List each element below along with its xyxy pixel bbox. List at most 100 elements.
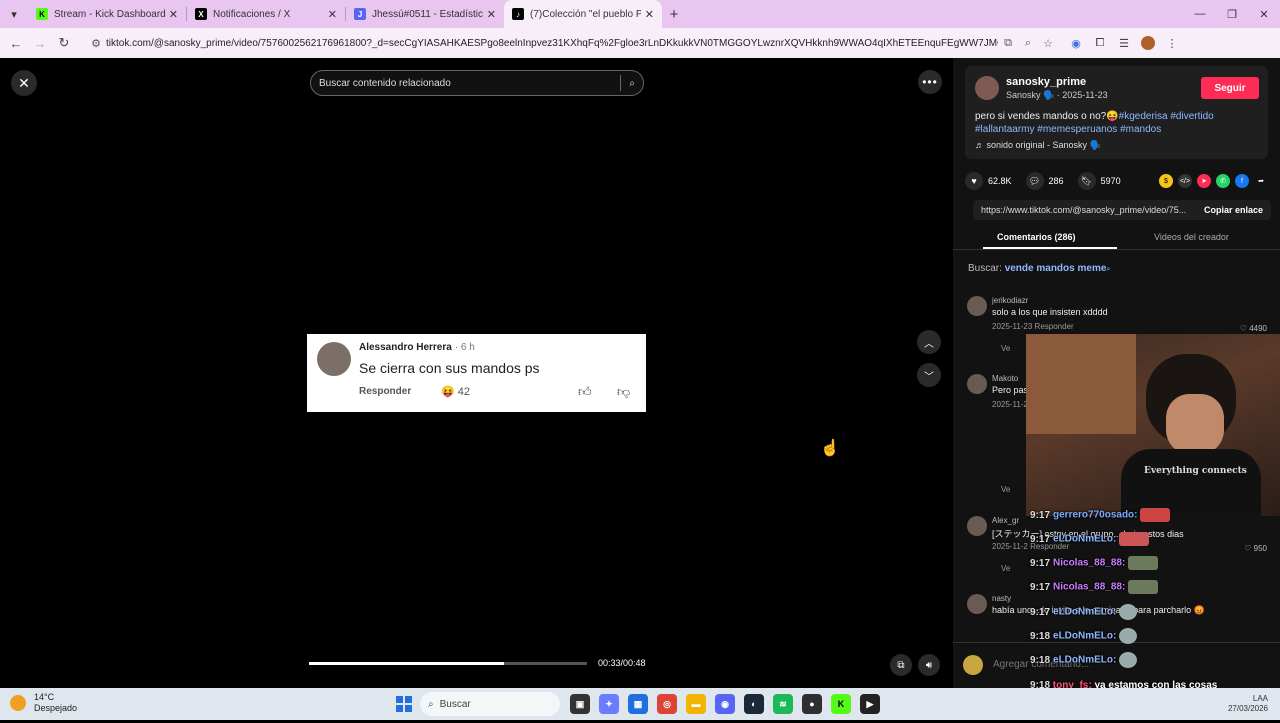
related-search-placeholder: Buscar contenido relacionado	[319, 77, 451, 89]
tab-comments[interactable]: Comentarios (286)	[997, 232, 1076, 242]
profile-avatar-icon[interactable]	[1136, 31, 1160, 55]
save-stat[interactable]: 🔖︎ 5970	[1077, 172, 1121, 190]
taskbar-search[interactable]: ⌕ Buscar	[420, 692, 560, 716]
hashtag[interactable]: #memesperuanos	[1037, 124, 1117, 135]
avatar[interactable]	[967, 296, 987, 316]
bookmark-star-icon[interactable]: ☆	[1038, 37, 1058, 50]
view-replies-link[interactable]: Ve	[1001, 564, 1010, 573]
comment-author[interactable]: nasty	[992, 594, 1011, 603]
extension-icon[interactable]: ◉	[1064, 31, 1088, 55]
browser-tab[interactable]: K Stream - Kick Dashboard ✕	[28, 0, 186, 28]
discord-icon[interactable]: ◉	[715, 694, 735, 714]
volume-icon[interactable]: 🔊︎	[918, 654, 940, 676]
file-explorer-icon[interactable]: ▬	[686, 694, 706, 714]
comment-likes[interactable]: ♡ 4490	[1240, 324, 1267, 333]
comment-author[interactable]: Makoto	[992, 374, 1018, 383]
hashtag[interactable]: #mandos	[1120, 124, 1161, 135]
close-tab-icon[interactable]: ✕	[645, 8, 654, 21]
browser-tab-bar: ▾ K Stream - Kick Dashboard ✕ X Notifica…	[0, 0, 1280, 28]
minimize-icon[interactable]: —	[1184, 0, 1216, 28]
creator-nickname-date: Sanosky 🗣️ · 2025-11-23	[1006, 90, 1108, 100]
view-replies-link[interactable]: Ve	[1001, 485, 1010, 494]
shirt-print: Everything connects	[1144, 466, 1247, 476]
reading-list-icon[interactable]: ☰	[1112, 31, 1136, 55]
previous-video-icon[interactable]: ︿	[917, 330, 941, 354]
close-tab-icon[interactable]: ✕	[328, 8, 337, 21]
related-search-input[interactable]: Buscar contenido relacionado ⌕	[310, 70, 644, 96]
avatar[interactable]	[967, 594, 987, 614]
hashtag[interactable]: #kgederisa	[1119, 111, 1168, 122]
creator-username[interactable]: sanosky_prime	[1006, 76, 1086, 88]
search-query[interactable]: vende mandos meme	[1005, 263, 1107, 274]
spotify-icon[interactable]: ≋	[773, 694, 793, 714]
avatar[interactable]	[967, 516, 987, 536]
site-info-icon[interactable]: ⚙	[86, 37, 106, 50]
chrome-icon[interactable]: ◎	[657, 694, 677, 714]
send-icon[interactable]: ➤	[1197, 174, 1211, 188]
hashtag[interactable]: #divertido	[1170, 111, 1213, 122]
list-item: jerikodiazr solo a los que insisten xddd…	[967, 296, 1267, 336]
hashtag[interactable]: #lallantaarmy	[975, 124, 1034, 135]
kick-icon[interactable]: K	[831, 694, 851, 714]
close-video-icon[interactable]: ✕	[11, 70, 37, 96]
comment-meta[interactable]: 2025-11-23 Responder	[992, 322, 1074, 331]
tab-creator-videos[interactable]: Videos del creador	[1154, 232, 1229, 242]
close-tab-icon[interactable]: ✕	[487, 8, 496, 21]
new-tab-button[interactable]: +	[662, 6, 686, 23]
browser-menu-icon[interactable]: ⋮	[1160, 31, 1184, 55]
close-window-icon[interactable]: ✕	[1248, 0, 1280, 28]
search-suggestion[interactable]: Buscar: vende mandos meme⌕	[968, 263, 1110, 274]
copy-link-button[interactable]: Copiar enlace	[1196, 205, 1271, 215]
comment-likes[interactable]: ♡ 950	[1244, 544, 1267, 553]
browser-tab[interactable]: J Jhessú#0511 - Estadísticas del ✕	[346, 0, 504, 28]
streamer-webcam: Everything connects	[1026, 334, 1280, 516]
facebook-icon[interactable]: f	[1235, 174, 1249, 188]
comment-author[interactable]: jerikodiazr	[992, 296, 1028, 305]
share-arrow-icon[interactable]: ➦	[1254, 174, 1268, 188]
like-stat[interactable]: ♥ 62.8K	[965, 172, 1012, 190]
close-tab-icon[interactable]: ✕	[169, 8, 178, 21]
browser-tab-active[interactable]: ♪ (7)Colección "el pueblo PE es p ✕	[504, 0, 662, 28]
obs-icon[interactable]: ●	[802, 694, 822, 714]
sound-link[interactable]: ♬ sonido original - Sanosky 🗣️	[975, 140, 1101, 151]
reload-icon[interactable]: ↻	[52, 31, 76, 55]
video-progress-bar[interactable]	[309, 662, 587, 665]
whatsapp-icon[interactable]: ✆	[1216, 174, 1230, 188]
url-text[interactable]: tiktok.com/@sanosky_prime/video/75760025…	[106, 38, 998, 49]
app-icon[interactable]: ▶	[860, 694, 880, 714]
url-bar[interactable]: ⚙ tiktok.com/@sanosky_prime/video/757600…	[80, 31, 1064, 55]
task-view-icon[interactable]: ▣	[570, 694, 590, 714]
store-icon[interactable]: ▦	[628, 694, 648, 714]
search-icon[interactable]: ⌕	[629, 78, 635, 89]
next-video-icon[interactable]: ﹀	[917, 363, 941, 387]
video-link[interactable]: https://www.tiktok.com/@sanosky_prime/vi…	[973, 205, 1196, 215]
system-tray[interactable]: LAA 27/03/2026	[1228, 694, 1268, 714]
comment-author[interactable]: Alex_gr	[992, 516, 1019, 525]
extensions-puzzle-icon[interactable]: ⧠	[1088, 31, 1112, 55]
view-replies-link[interactable]: Ve	[1001, 344, 1010, 353]
comment-stat[interactable]: 💬︎ 286	[1025, 172, 1064, 190]
more-options-icon[interactable]: •••	[918, 70, 942, 94]
restore-icon[interactable]: ❐	[1216, 0, 1248, 28]
tab-search-menu[interactable]: ▾	[0, 0, 28, 28]
back-icon[interactable]: ←	[4, 31, 28, 55]
steam-icon[interactable]: ◐	[744, 694, 764, 714]
comment-meta[interactable]: 2025-11-2	[992, 400, 1028, 409]
coin-icon[interactable]: $	[1159, 174, 1173, 188]
bookmark-icon[interactable]: 🔖︎	[1077, 172, 1096, 190]
copilot-icon[interactable]: ✦	[599, 694, 619, 714]
avatar[interactable]	[967, 374, 987, 394]
browser-tab[interactable]: X Notificaciones / X ✕	[187, 0, 345, 28]
windows-start-icon[interactable]	[396, 696, 412, 712]
weather-widget[interactable]: 14°C Despejado	[10, 692, 77, 714]
zoom-icon[interactable]: ⌕	[1018, 37, 1038, 50]
follow-button[interactable]: Seguir	[1201, 77, 1259, 99]
avatar[interactable]	[975, 76, 999, 100]
weather-status: Despejado	[34, 703, 78, 713]
floating-player-icon[interactable]: ⧉	[890, 654, 912, 676]
install-app-icon[interactable]: ⧉	[998, 37, 1018, 50]
forward-icon[interactable]: →	[28, 31, 52, 55]
heart-icon[interactable]: ♥	[965, 172, 983, 190]
comment-icon[interactable]: 💬︎	[1025, 172, 1044, 190]
embed-icon[interactable]: </>	[1178, 174, 1192, 188]
